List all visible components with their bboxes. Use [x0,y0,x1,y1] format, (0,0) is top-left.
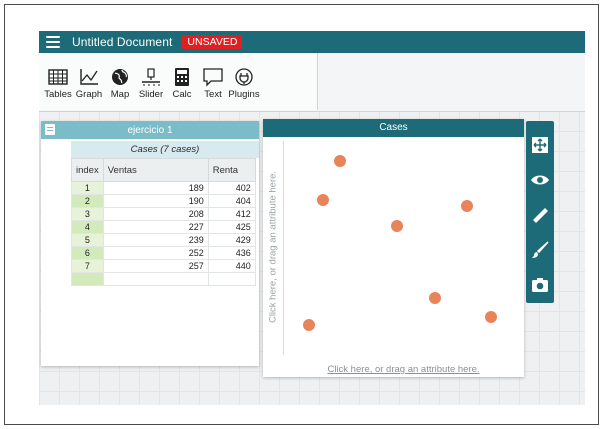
data-point[interactable] [429,292,441,304]
graph-panel: Cases Click here, or drag an attribute h… [263,119,524,377]
ruler-button[interactable] [526,197,554,232]
empty-cell[interactable] [71,272,104,286]
table-row[interactable]: 1 189 402 [71,181,256,195]
graph-icon [80,69,98,85]
plot-area[interactable] [284,137,524,357]
table-row[interactable]: 3 208 412 [71,207,256,221]
hamburger-menu-icon[interactable] [46,36,60,48]
empty-cell[interactable] [207,272,256,286]
ventas-cell[interactable]: 190 [102,194,209,208]
renta-cell[interactable]: 436 [207,246,256,260]
plug-icon [235,68,253,86]
renta-cell[interactable]: 440 [207,259,256,273]
camera-button[interactable] [526,267,554,302]
column-header-ventas[interactable]: Ventas [102,158,209,182]
table-row[interactable]: 4 227 425 [71,220,256,234]
column-header-index[interactable]: index [71,158,104,182]
text-tool[interactable]: Text [200,67,226,100]
ventas-cell[interactable]: 257 [102,259,209,273]
tool-group: Tables Graph Map Slider Calc Text Plugin… [39,53,318,110]
unsaved-badge: UNSAVED [182,35,243,49]
header-row: index Ventas Renta [71,158,256,182]
renta-cell[interactable]: 429 [207,233,256,247]
slider-icon [142,68,160,86]
tool-label: Tables [44,89,72,100]
data-point[interactable] [461,200,473,212]
data-point[interactable] [317,194,329,206]
ventas-cell[interactable]: 239 [102,233,209,247]
table-row[interactable]: 7 257 440 [71,259,256,273]
codap-app: Untitled Document UNSAVED Tables Graph M… [39,31,585,405]
new-case-row[interactable] [71,272,256,286]
tables-tool[interactable]: Tables [44,67,72,100]
graph-title[interactable]: Cases [263,119,524,137]
index-cell[interactable]: 4 [71,220,104,234]
title-bar: Untitled Document UNSAVED [39,31,585,53]
index-cell[interactable]: 1 [71,181,104,195]
rescale-icon [532,136,548,153]
data-point[interactable] [391,220,403,232]
y-axis-drop-zone[interactable]: Click here, or drag an attribute here. [263,137,283,357]
screenshot-frame: Untitled Document UNSAVED Tables Graph M… [4,4,599,425]
column-header-renta[interactable]: Renta [207,158,256,182]
index-cell[interactable]: 3 [71,207,104,221]
ventas-cell[interactable]: 208 [102,207,209,221]
table-icon [48,69,68,85]
slider-tool[interactable]: Slider [138,67,164,100]
renta-cell[interactable]: 412 [207,207,256,221]
y-axis-prompt[interactable]: Click here, or drag an attribute here. [268,171,279,323]
tool-label: Text [204,89,222,100]
calc-tool[interactable]: Calc [169,67,195,100]
table-header[interactable]: ejercicio 1 [41,121,259,139]
ruler-icon [533,207,548,223]
renta-cell[interactable]: 402 [207,181,256,195]
data-point[interactable] [485,311,497,323]
plugins-tool[interactable]: Plugins [228,67,260,100]
map-tool[interactable]: Map [107,67,133,100]
graph-side-toolbar [526,121,554,303]
index-cell[interactable]: 5 [71,233,104,247]
brush-button[interactable] [526,232,554,267]
camera-icon [532,277,548,292]
globe-icon [112,69,128,85]
collection-caption: Cases (7 cases) [71,141,259,158]
case-table-panel: ejercicio 1 Cases (7 cases) index Ventas… [41,121,259,366]
table-menu-icon[interactable] [45,124,55,135]
index-cell[interactable]: 2 [71,194,104,208]
x-axis-prompt[interactable]: Click here, or drag an attribute here. [283,364,524,375]
graph-tool[interactable]: Graph [76,67,102,100]
data-point[interactable] [303,319,315,331]
tool-label: Calc [172,89,192,100]
table-row[interactable]: 2 190 404 [71,194,256,208]
tool-label: Graph [75,89,103,100]
rescale-button[interactable] [526,127,554,162]
ventas-cell[interactable]: 189 [102,181,209,195]
eye-icon [531,175,549,184]
data-point[interactable] [334,155,346,167]
table-row[interactable]: 5 239 429 [71,233,256,247]
document-title[interactable]: Untitled Document [72,35,172,49]
speech-bubble-icon [203,68,223,87]
empty-cell[interactable] [102,272,209,286]
renta-cell[interactable]: 425 [207,220,256,234]
index-cell[interactable]: 6 [71,246,104,260]
renta-cell[interactable]: 404 [207,194,256,208]
ventas-cell[interactable]: 227 [102,220,209,234]
case-table: index Ventas Renta 1 189 402 2 190 404 3 208 412… [71,158,256,286]
brush-icon [532,240,549,258]
table-title[interactable]: ejercicio 1 [41,125,259,136]
toolbar: Tables Graph Map Slider Calc Text Plugin… [39,53,585,112]
tool-label: Plugins [228,89,260,100]
hide-show-button[interactable] [526,162,554,197]
table-row[interactable]: 6 252 436 [71,246,256,260]
index-cell[interactable]: 7 [71,259,104,273]
ventas-cell[interactable]: 252 [102,246,209,260]
tool-label: Slider [138,89,164,100]
tool-label: Map [110,89,130,100]
calculator-icon [175,68,189,86]
